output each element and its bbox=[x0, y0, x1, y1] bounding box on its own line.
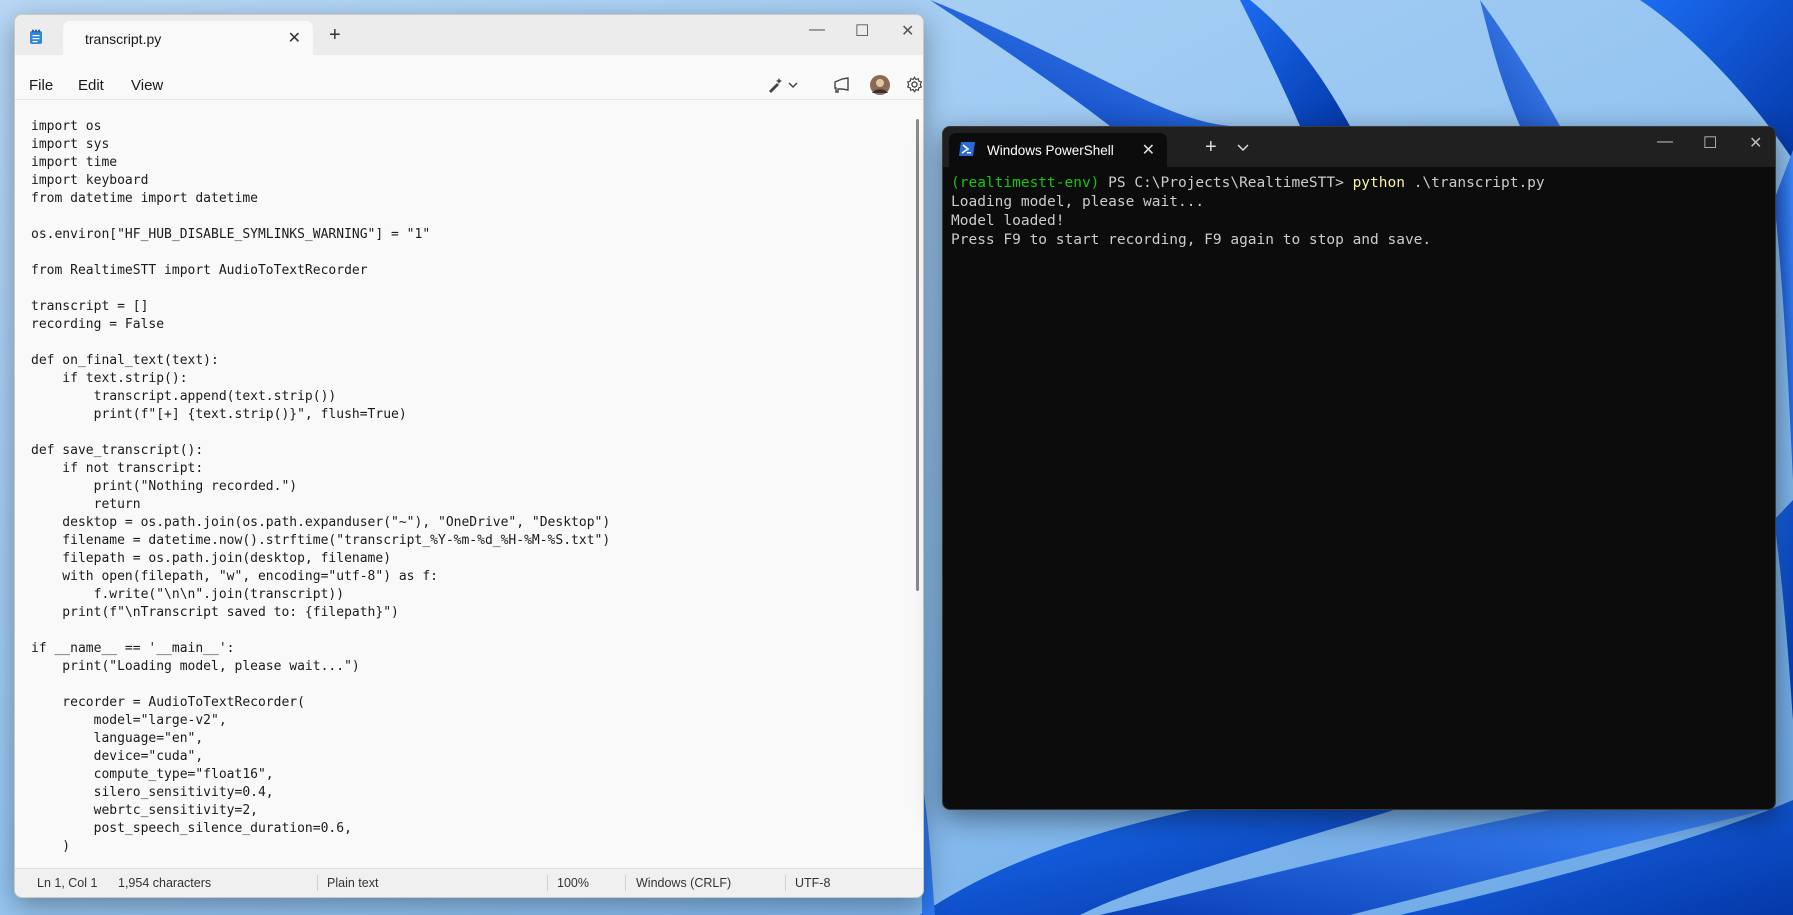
code-line: print("Loading model, please wait...") bbox=[62, 659, 360, 674]
settings-gear-icon[interactable] bbox=[906, 76, 923, 98]
code-line: device="cuda", bbox=[93, 749, 204, 764]
new-tab-button[interactable]: + bbox=[1205, 137, 1217, 157]
code-line: print(f"\nTranscript saved to: {filepath… bbox=[62, 605, 399, 620]
code-line: filename = datetime.now().strftime("tran… bbox=[62, 533, 611, 548]
prompt-line: (realtimestt-env) PS C:\Projects\Realtim… bbox=[951, 175, 1545, 191]
tab-title: transcript.py bbox=[85, 31, 162, 47]
avatar[interactable] bbox=[869, 74, 891, 101]
code-line: print("Nothing recorded.") bbox=[93, 479, 298, 494]
minimize-button[interactable]: — bbox=[809, 21, 825, 39]
notepad-title-bar[interactable]: transcript.py ✕ + — ☐ ✕ bbox=[15, 15, 923, 55]
code-line: desktop = os.path.join(os.path.expanduse… bbox=[62, 515, 611, 530]
code-line: language="en", bbox=[93, 731, 204, 746]
prompt-env: (realtimestt-env) bbox=[951, 175, 1100, 191]
powershell-window: Windows PowerShell ✕ + — ☐ ✕ (realtimest… bbox=[942, 126, 1776, 810]
code-line: import time bbox=[31, 155, 118, 170]
terminal-title-bar[interactable]: Windows PowerShell ✕ + — ☐ ✕ bbox=[943, 127, 1775, 167]
status-divider bbox=[547, 875, 548, 891]
close-tab-icon[interactable]: ✕ bbox=[1142, 140, 1155, 160]
code-line: with open(filepath, "w", encoding="utf-8… bbox=[62, 569, 438, 584]
status-divider bbox=[785, 875, 786, 891]
new-tab-button[interactable]: + bbox=[329, 25, 341, 45]
character-count: 1,954 characters bbox=[118, 876, 212, 890]
terminal-output[interactable]: (realtimestt-env) PS C:\Projects\Realtim… bbox=[951, 174, 1545, 250]
output-line: Model loaded! bbox=[951, 213, 1065, 229]
code-line: f.write("\n\n".join(transcript)) bbox=[93, 587, 345, 602]
notepad-menu-bar: File Edit View bbox=[15, 55, 923, 100]
chevron-down-icon[interactable] bbox=[1237, 139, 1249, 157]
code-line: os.environ["HF_HUB_DISABLE_SYMLINKS_WARN… bbox=[31, 227, 431, 242]
code-line: transcript = [] bbox=[31, 299, 149, 314]
code-line: if text.strip(): bbox=[62, 371, 188, 386]
close-window-button[interactable]: ✕ bbox=[901, 21, 914, 41]
code-line: recorder = AudioToTextRecorder( bbox=[62, 695, 305, 710]
close-window-button[interactable]: ✕ bbox=[1749, 133, 1762, 153]
code-line: print(f"[+] {text.strip()}", flush=True) bbox=[93, 407, 407, 422]
code-line: ) bbox=[62, 839, 71, 854]
notepad-app-icon bbox=[29, 29, 43, 50]
encoding[interactable]: UTF-8 bbox=[795, 876, 830, 890]
code-line: model="large-v2", bbox=[93, 713, 227, 728]
line-ending[interactable]: Windows (CRLF) bbox=[636, 876, 731, 890]
vertical-scrollbar[interactable] bbox=[916, 119, 919, 591]
code-line: compute_type="float16", bbox=[93, 767, 274, 782]
maximize-button[interactable]: ☐ bbox=[855, 21, 869, 41]
code-text[interactable]: import os import sys import time import … bbox=[31, 118, 610, 877]
code-line: transcript.append(text.strip()) bbox=[93, 389, 337, 404]
code-line: if not transcript: bbox=[62, 461, 204, 476]
code-line: filepath = os.path.join(desktop, filenam… bbox=[62, 551, 392, 566]
tab-transcript-py[interactable]: transcript.py ✕ bbox=[63, 21, 313, 55]
prompt-path: PS C:\Projects\RealtimeSTT> bbox=[1099, 175, 1353, 191]
code-line: def on_final_text(text): bbox=[31, 353, 219, 368]
code-line: webrtc_sensitivity=2, bbox=[93, 803, 258, 818]
code-line: import os bbox=[31, 119, 102, 134]
menu-edit[interactable]: Edit bbox=[78, 77, 104, 94]
cursor-position: Ln 1, Col 1 bbox=[37, 876, 98, 890]
zoom-level[interactable]: 100% bbox=[557, 876, 589, 890]
code-line: post_speech_silence_duration=0.6, bbox=[93, 821, 352, 836]
command-name: python bbox=[1352, 175, 1405, 191]
code-editor[interactable]: import os import sys import time import … bbox=[15, 101, 913, 877]
code-line: def save_transcript(): bbox=[31, 443, 204, 458]
close-tab-icon[interactable]: ✕ bbox=[288, 28, 301, 48]
status-divider bbox=[317, 875, 318, 891]
tab-windows-powershell[interactable]: Windows PowerShell ✕ bbox=[949, 133, 1167, 167]
menu-view[interactable]: View bbox=[131, 77, 163, 94]
output-line: Loading model, please wait... bbox=[951, 194, 1205, 210]
maximize-button[interactable]: ☐ bbox=[1703, 133, 1717, 153]
command-args: .\transcript.py bbox=[1404, 175, 1545, 191]
output-line: Press F9 to start recording, F9 again to… bbox=[951, 232, 1432, 248]
status-bar: Ln 1, Col 1 1,954 characters Plain text … bbox=[15, 868, 923, 897]
code-line: from datetime import datetime bbox=[31, 191, 258, 206]
feedback-icon[interactable] bbox=[833, 77, 851, 98]
code-line: if __name__ == '__main__': bbox=[31, 641, 235, 656]
status-divider bbox=[625, 875, 626, 891]
copilot-rewrite-icon[interactable] bbox=[767, 77, 799, 98]
code-line: recording = False bbox=[31, 317, 165, 332]
file-format: Plain text bbox=[327, 876, 379, 890]
code-line: silero_sensitivity=0.4, bbox=[93, 785, 274, 800]
terminal-tab-title: Windows PowerShell bbox=[987, 143, 1114, 158]
code-line: return bbox=[93, 497, 141, 512]
code-line: from RealtimeSTT import AudioToTextRecor… bbox=[31, 263, 368, 278]
notepad-window: transcript.py ✕ + — ☐ ✕ File Edit View i… bbox=[14, 14, 924, 898]
code-line: import keyboard bbox=[31, 173, 149, 188]
code-line: import sys bbox=[31, 137, 110, 152]
powershell-icon bbox=[959, 142, 975, 161]
menu-file[interactable]: File bbox=[29, 77, 53, 94]
minimize-button[interactable]: — bbox=[1657, 133, 1673, 151]
